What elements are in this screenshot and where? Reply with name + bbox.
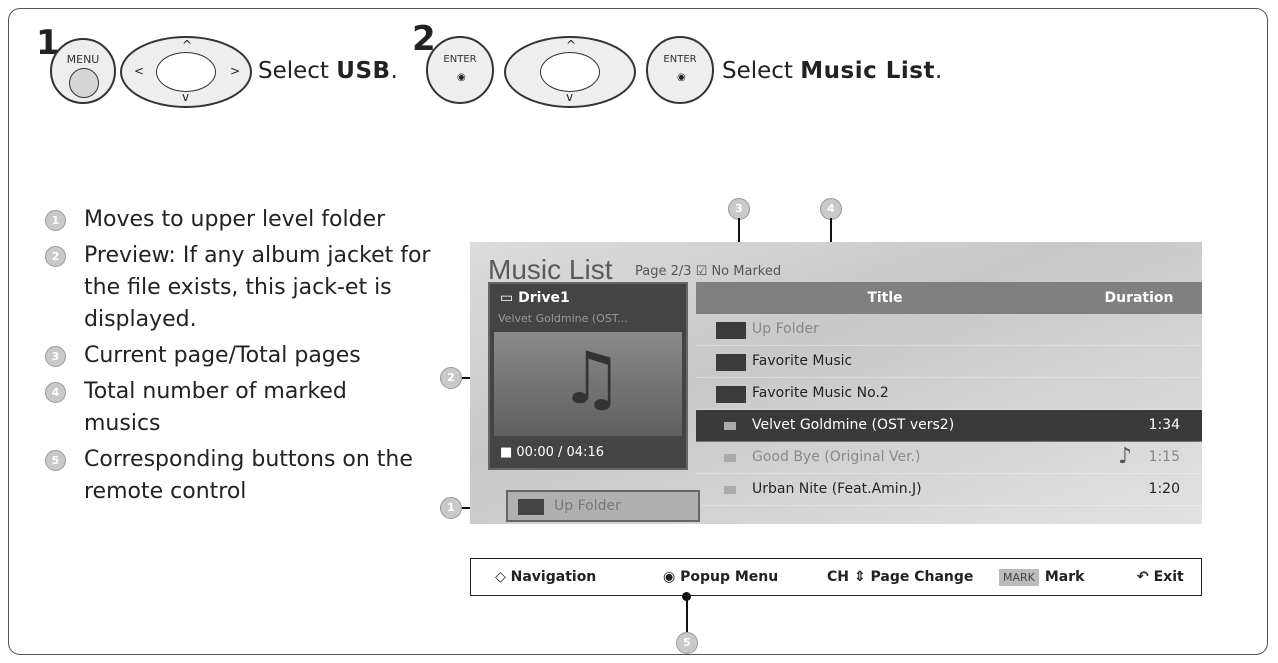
column-title: Title — [867, 290, 903, 306]
left-arrow-icon: < — [134, 64, 145, 78]
legend-text: Current page/Total pages — [84, 343, 361, 368]
menu-button-core — [69, 68, 99, 98]
callout-5: 5 — [676, 632, 698, 654]
up-folder-label: Up Folder — [554, 498, 621, 514]
guide-exit: ↶ Exit — [1137, 569, 1184, 585]
guide-popup: ◉ Popup Menu — [663, 569, 779, 585]
legend-item: 5 Corresponding buttons on the remote con… — [40, 444, 424, 508]
legend-item: 1 Moves to upper level folder — [40, 204, 460, 236]
step-1-instruction: Select USB. — [258, 58, 398, 84]
item-name: Velvet Goldmine (OST vers2) — [752, 417, 955, 433]
exit-icon: ↶ — [1137, 569, 1154, 585]
enter-dot-icon: ◉ — [663, 569, 681, 585]
item-duration: 1:20 — [1148, 481, 1180, 497]
drive-icon: ▭ — [500, 290, 519, 306]
center-pad — [540, 52, 600, 92]
guide-navigation: ◇ Navigation — [495, 569, 597, 585]
ok-center — [156, 52, 216, 92]
guide-page-change: CH ⇕ Page Change — [827, 569, 974, 585]
legend-item: 4 Total number of marked musics — [40, 376, 404, 440]
item-name: Up Folder — [752, 321, 819, 337]
down-arrow-icon: v — [566, 90, 574, 104]
callout-3: 3 — [728, 198, 750, 220]
item-name: Urban Nite (Feat.Amin.J) — [752, 481, 922, 497]
down-arrow-icon: v — [182, 90, 190, 104]
page-info: Page 2/3 ☑ No Marked — [635, 264, 782, 279]
item-name: Favorite Music No.2 — [752, 385, 889, 401]
up-folder-icon — [518, 499, 544, 515]
legend-list: 1 Moves to upper level folder 2 Preview: I… — [40, 204, 460, 512]
ch-key-label: CH — [827, 569, 849, 585]
legend-number-badge: 4 — [45, 382, 66, 403]
item-name: Favorite Music — [752, 353, 853, 369]
right-arrow-icon: > — [230, 64, 241, 78]
legend-number-badge: 3 — [45, 346, 66, 367]
music-list-screen: Music List Page 2/3 ☑ No Marked ▭ Drive1… — [470, 242, 1202, 524]
guide-mark: MARK Mark — [999, 569, 1084, 586]
mark-key: MARK — [999, 569, 1039, 586]
up-folder-button[interactable]: Up Folder — [506, 490, 700, 522]
list-item-selected[interactable]: Velvet Goldmine (OST vers2) 1:34 — [696, 410, 1202, 442]
list-item[interactable]: Favorite Music No.2 — [696, 378, 1202, 410]
menu-button-label: MENU — [66, 53, 100, 66]
enter-dot-icon: ◉ — [457, 72, 466, 83]
folder-icon — [716, 386, 746, 403]
legend-number-badge: 5 — [45, 450, 66, 471]
navigation-icon: ◇ — [495, 569, 511, 585]
legend-text: Moves to upper level folder — [84, 207, 386, 232]
callout-2: 2 — [440, 367, 462, 389]
step-2-instruction: Select Music List. — [722, 58, 943, 84]
playing-note-icon: ♪ — [1117, 444, 1132, 469]
up-arrow-icon: ^ — [566, 38, 577, 52]
folder-icon — [716, 354, 746, 371]
enter-button-label: ENTER — [663, 54, 697, 65]
enter-button-2[interactable]: ENTER ◉ — [646, 36, 714, 104]
callout-4: 4 — [820, 198, 842, 220]
enter-dot-icon: ◉ — [677, 72, 686, 83]
callout-1: 1 — [440, 497, 462, 519]
enter-button-label: ENTER — [443, 54, 477, 65]
enter-button-1[interactable]: ENTER ◉ — [426, 36, 494, 104]
drive-label: ▭ Drive1 — [500, 290, 570, 306]
preview-panel: ▭ Drive1 Velvet Goldmine (OST... ♫ ■ 00:… — [488, 282, 688, 470]
music-file-icon — [724, 422, 736, 430]
music-file-icon — [724, 486, 736, 494]
legend-item: 2 Preview: If any album jacket for the fi… — [40, 240, 454, 336]
playback-time: ■ 00:00 / 04:16 — [500, 445, 604, 460]
now-playing-title: Velvet Goldmine (OST... — [498, 312, 628, 325]
column-duration: Duration — [1104, 290, 1174, 306]
legend-number-badge: 2 — [45, 246, 66, 267]
list-item[interactable]: Urban Nite (Feat.Amin.J) 1:20 — [696, 474, 1202, 506]
music-note-icon: ♫ — [559, 336, 624, 420]
list-item[interactable]: Good Bye (Original Ver.) ♪ 1:15 — [696, 442, 1202, 474]
legend-number-badge: 1 — [45, 210, 66, 231]
list-item[interactable]: Favorite Music — [696, 346, 1202, 378]
item-name: Good Bye (Original Ver.) — [752, 449, 921, 465]
menu-button[interactable]: MENU — [50, 38, 116, 104]
remote-guide-bar: ◇ Navigation ◉ Popup Menu CH ⇕ Page Chan… — [470, 558, 1202, 596]
legend-item: 3 Current page/Total pages — [40, 340, 460, 372]
item-duration: 1:15 — [1148, 449, 1180, 465]
legend-text: Total number of marked musics — [84, 379, 347, 436]
up-arrow-icon: ^ — [182, 38, 193, 52]
music-file-icon — [724, 454, 736, 462]
callout-5-leader — [686, 596, 688, 632]
nav-ring-button[interactable]: ^ v < > — [120, 36, 252, 108]
list-item[interactable]: Up Folder — [696, 314, 1202, 346]
file-list-header: Title Duration — [696, 282, 1202, 314]
ch-updown-icon: ⇕ — [849, 569, 871, 585]
file-list: Title Duration Up Folder Favorite Music … — [696, 282, 1202, 506]
album-jacket: ♫ — [494, 332, 682, 436]
legend-text: Preview: If any album jacket for the fil… — [84, 243, 431, 332]
up-down-button[interactable]: ^ v — [504, 36, 636, 108]
up-folder-icon — [716, 322, 746, 339]
item-duration: 1:34 — [1148, 417, 1180, 433]
legend-text: Corresponding buttons on the remote cont… — [84, 447, 413, 504]
